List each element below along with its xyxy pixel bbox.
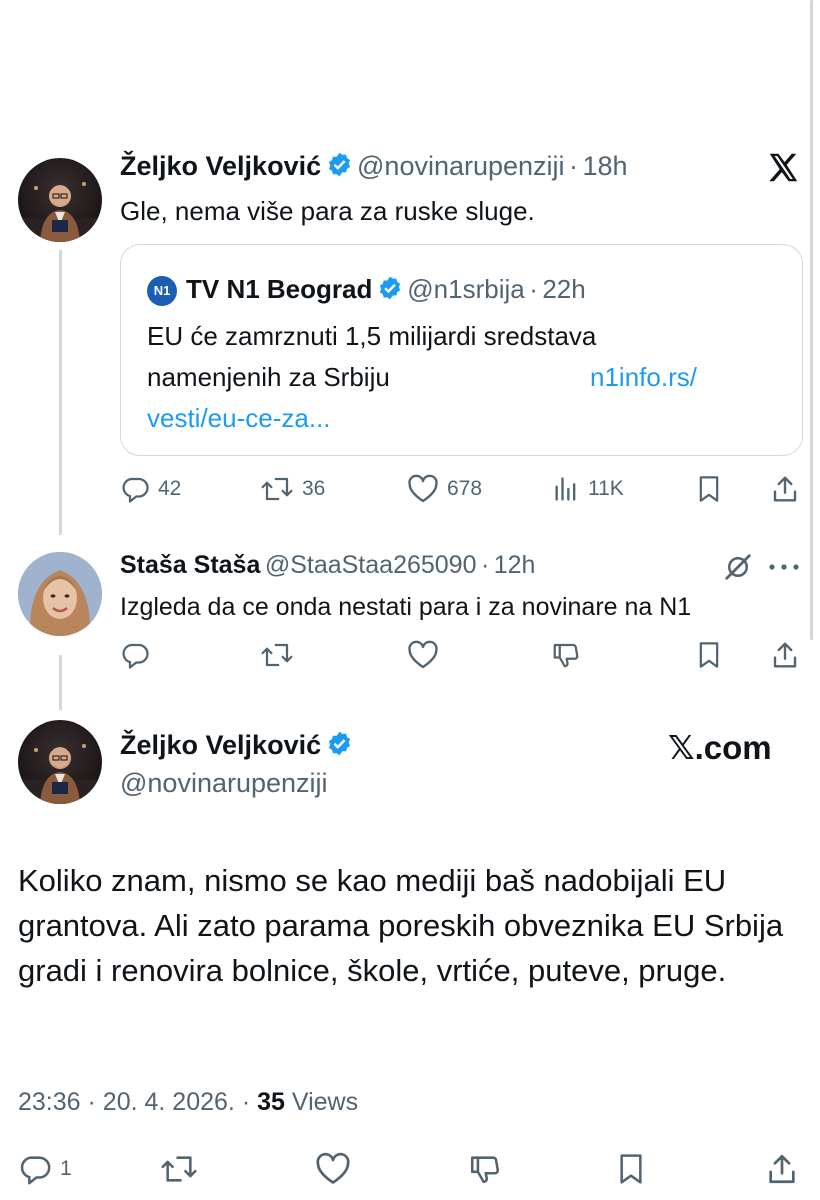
quote-text-line1: EU će zamrznuti 1,5 milijardi sredstava	[147, 321, 597, 351]
separator: ·	[529, 274, 538, 304]
tweet-text: Gle, nema više para za ruske sluge.	[120, 196, 535, 226]
like-button[interactable]	[315, 1152, 351, 1186]
reply-button[interactable]	[120, 640, 150, 670]
repost-icon	[161, 1156, 197, 1182]
reply-icon	[20, 1156, 51, 1185]
analytics-icon	[555, 477, 576, 501]
reply-text: Izgleda da ce onda nestati para i za nov…	[120, 593, 692, 621]
share-icon	[773, 476, 797, 502]
x-logo-icon[interactable]	[767, 151, 800, 189]
separator: ·	[569, 151, 578, 181]
separator: ·	[241, 1088, 251, 1116]
quote-text-line2: namenjenih za Srbiju	[147, 362, 390, 392]
repost-count: 36	[302, 477, 326, 500]
like-count: 678	[447, 477, 483, 500]
quote-author-name: TV N1 Beograd	[186, 274, 373, 304]
repost-icon	[261, 477, 293, 501]
repost-button[interactable]	[160, 1152, 198, 1186]
share-button[interactable]	[765, 1152, 799, 1186]
repost-button[interactable]: 36	[260, 474, 325, 504]
downvote-button[interactable]	[550, 640, 582, 670]
avatar-zeljko[interactable]	[18, 720, 102, 804]
n1-logo: N1	[147, 276, 177, 306]
thread-line	[59, 655, 62, 710]
author-handle[interactable]: @novinarupenziji	[357, 151, 565, 181]
reply-button[interactable]: 42	[120, 474, 181, 504]
author-handle[interactable]: @novinarupenziji	[120, 768, 328, 799]
like-button[interactable]	[407, 640, 439, 670]
reply-count: 42	[158, 477, 182, 500]
author-name[interactable]: Željko Veljković	[120, 730, 321, 760]
bookmark-button[interactable]	[695, 474, 723, 504]
timestamp[interactable]: 18h	[582, 151, 627, 181]
main-tweet-text: Koliko znam, nismo se kao mediji baš nad…	[18, 863, 784, 988]
thumbs-down-icon	[470, 1156, 500, 1184]
tweet-date[interactable]: 20. 4. 2026.	[103, 1088, 235, 1116]
grok-icon[interactable]	[723, 552, 753, 587]
tweet-time[interactable]: 23:36	[18, 1088, 81, 1116]
views-count: 35	[257, 1088, 285, 1116]
views-button[interactable]: 11K	[552, 474, 624, 504]
thread-line	[59, 250, 62, 535]
views-label: Views	[291, 1088, 359, 1116]
verified-badge-icon	[377, 275, 403, 306]
heart-icon	[408, 640, 438, 669]
repost-button[interactable]	[260, 640, 294, 670]
bookmark-icon	[699, 476, 719, 502]
downvote-button[interactable]	[467, 1152, 503, 1186]
separator: ·	[87, 1088, 96, 1116]
reply-timestamp[interactable]: 12h	[494, 551, 536, 579]
share-button[interactable]	[770, 640, 800, 670]
share-icon	[769, 1154, 795, 1184]
quote-link-part1[interactable]: n1info.rs/	[590, 362, 697, 393]
repost-icon	[261, 643, 293, 667]
tweet-meta: 23:36 · 20. 4. 2026. · 35 Views	[18, 1088, 358, 1117]
quote-link-part2[interactable]: vesti/eu-ce-za...	[147, 403, 331, 434]
reply-author-handle[interactable]: @StaaStaa265090	[265, 551, 477, 579]
quote-timestamp: 22h	[542, 274, 586, 304]
bookmark-button[interactable]	[615, 1152, 647, 1186]
author-name[interactable]: Željko Veljković	[120, 151, 321, 181]
scrollbar[interactable]	[810, 0, 813, 640]
bookmark-button[interactable]	[695, 640, 723, 670]
reply-count: 1	[60, 1157, 72, 1180]
verified-badge-icon	[326, 730, 353, 762]
heart-icon	[316, 1152, 350, 1184]
separator: ·	[480, 551, 490, 579]
thumbs-down-icon	[553, 643, 579, 668]
reply-icon	[122, 477, 149, 503]
share-icon	[773, 642, 797, 668]
avatar-stasa[interactable]	[18, 552, 102, 636]
reply-author-name[interactable]: Staša Staša	[120, 551, 260, 579]
view-count: 11K	[588, 477, 624, 500]
heart-icon	[408, 474, 438, 503]
like-button[interactable]: 678	[407, 474, 482, 504]
reply-button[interactable]: 1	[18, 1152, 72, 1186]
bookmark-icon	[699, 642, 719, 668]
reply-icon	[122, 643, 149, 669]
avatar-zeljko[interactable]	[18, 158, 102, 242]
share-button[interactable]	[770, 474, 800, 504]
more-options-icon[interactable]	[767, 560, 801, 578]
verified-badge-icon	[326, 151, 353, 183]
x-com-brand: 𝕏.com	[668, 729, 772, 766]
bookmark-icon	[620, 1154, 642, 1184]
quote-author-handle: @n1srbija	[407, 274, 525, 304]
